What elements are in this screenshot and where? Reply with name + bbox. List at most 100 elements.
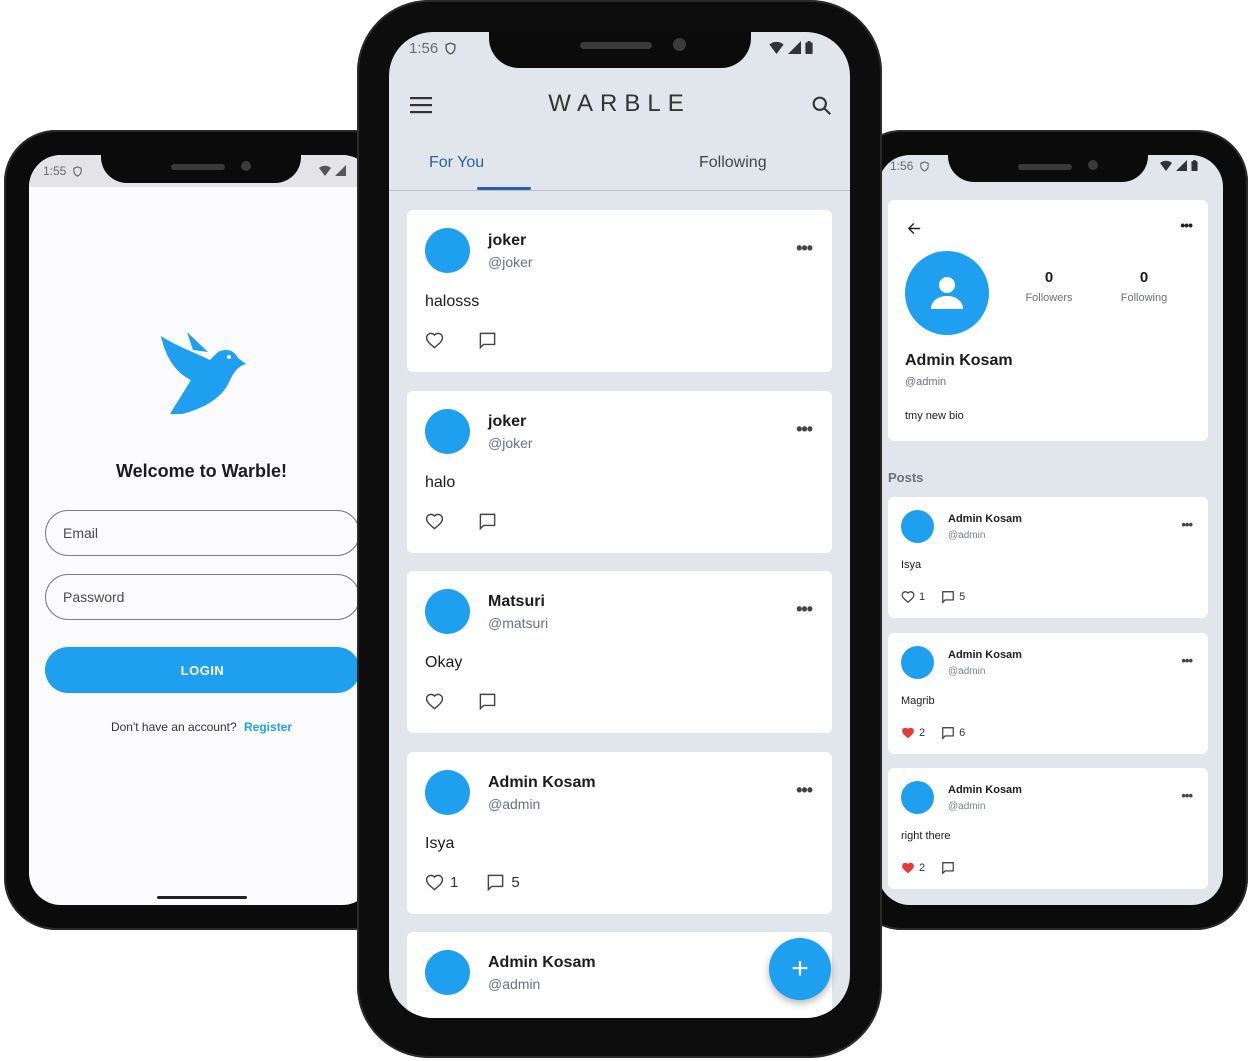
post-author-name: Admin Kosam: [948, 784, 1022, 796]
heart-outline-icon[interactable]: [901, 590, 915, 604]
password-field[interactable]: Password: [45, 574, 360, 620]
comment-icon[interactable]: [478, 692, 497, 711]
post-card[interactable]: Matsuri @matsuri ••• Okay: [407, 571, 832, 733]
more-options-icon[interactable]: •••: [1181, 788, 1193, 803]
status-time: 1:55: [43, 164, 67, 178]
profile-more-icon[interactable]: •••: [1180, 217, 1193, 233]
post-author-handle: @admin: [948, 530, 986, 541]
post-author-name: joker: [488, 232, 527, 249]
search-icon[interactable]: [811, 95, 832, 116]
welcome-heading: Welcome to Warble!: [115, 461, 288, 481]
heart-outline-icon[interactable]: [425, 512, 444, 531]
signal-icon: [335, 165, 346, 176]
more-options-icon[interactable]: •••: [1181, 517, 1193, 532]
post-actions: [425, 512, 503, 531]
heart-filled-icon[interactable]: [901, 726, 915, 740]
post-card[interactable]: joker @joker ••• halo: [407, 391, 832, 553]
post-author-name: Admin Kosam: [488, 774, 596, 791]
post-author-name: Admin Kosam: [948, 513, 1022, 525]
signal-icon: [788, 41, 801, 54]
new-post-fab[interactable]: +: [769, 938, 831, 1000]
profile-post-card[interactable]: Admin Kosam @admin ••• right there 2: [888, 768, 1208, 889]
comment-icon[interactable]: [478, 512, 497, 531]
tab-following[interactable]: Following: [699, 154, 849, 172]
post-card[interactable]: Admin Kosam @admin: [407, 932, 832, 1018]
heart-outline-icon[interactable]: [425, 331, 444, 350]
heart-filled-icon[interactable]: [901, 861, 915, 875]
post-author-handle: @admin: [488, 796, 541, 812]
speaker: [171, 164, 225, 170]
notch: [489, 32, 751, 68]
post-text: Okay: [425, 654, 463, 671]
post-card[interactable]: Admin Kosam @admin ••• Isya 1 5: [407, 752, 832, 914]
more-options-icon[interactable]: •••: [796, 780, 813, 801]
person-icon: [931, 277, 963, 309]
more-options-icon[interactable]: •••: [796, 599, 813, 620]
status-bar-right: [1160, 160, 1198, 171]
comment-icon[interactable]: [941, 726, 955, 740]
comment-icon[interactable]: [478, 331, 497, 350]
feed-phone-frame: 1:56 WARBLE For You Following joker @jok…: [357, 0, 882, 1058]
more-options-icon[interactable]: •••: [796, 419, 813, 440]
speaker: [580, 42, 652, 49]
heart-outline-icon[interactable]: [425, 692, 444, 711]
post-text: halo: [425, 474, 456, 491]
post-author-handle: @admin: [948, 666, 986, 677]
post-author-name: joker: [488, 413, 527, 430]
more-options-icon[interactable]: •••: [796, 238, 813, 259]
battery-icon: [805, 41, 813, 54]
email-field[interactable]: Email: [45, 510, 360, 556]
avatar[interactable]: [425, 589, 470, 634]
post-author-handle: @joker: [488, 435, 533, 451]
login-button[interactable]: LOGIN: [45, 647, 360, 693]
shield-icon: [73, 165, 83, 177]
front-camera: [1088, 160, 1098, 170]
login-phone-frame: 1:55 Welcome to Warble! Email Password L…: [4, 130, 404, 930]
profile-name: Admin Kosam: [905, 352, 1013, 369]
post-text: Isya: [901, 559, 922, 571]
followers-label[interactable]: Followers: [1014, 292, 1084, 304]
like-count: 1: [450, 874, 459, 891]
register-link[interactable]: Register: [244, 720, 292, 734]
post-actions: 1 5: [425, 873, 520, 892]
comment-count: 5: [959, 591, 966, 603]
shield-icon: [445, 42, 456, 55]
avatar[interactable]: [901, 781, 934, 814]
profile-post-card[interactable]: Admin Kosam @admin ••• Isya 1 5: [888, 497, 1208, 618]
front-camera: [673, 38, 686, 51]
notch: [948, 155, 1148, 182]
tab-for-you[interactable]: For You: [429, 154, 579, 172]
heart-outline-icon[interactable]: [425, 873, 444, 892]
post-text: Magrib: [901, 695, 935, 707]
profile-post-card[interactable]: Admin Kosam @admin ••• Magrib 2 6: [888, 633, 1208, 754]
status-bar-left: 1:56: [890, 159, 930, 173]
post-actions: 2 6: [901, 726, 965, 740]
post-card[interactable]: joker @joker ••• halosss: [407, 210, 832, 372]
post-text: right there: [901, 830, 951, 842]
post-author-handle: @admin: [948, 801, 986, 812]
avatar[interactable]: [425, 950, 470, 995]
tab-divider: [389, 190, 850, 191]
notch: [101, 155, 301, 183]
battery-icon: [1191, 160, 1198, 171]
avatar[interactable]: [425, 409, 470, 454]
wifi-icon: [1160, 160, 1172, 171]
avatar[interactable]: [425, 770, 470, 815]
following-label[interactable]: Following: [1109, 292, 1179, 304]
back-arrow-icon[interactable]: [906, 220, 923, 237]
like-count: 2: [919, 727, 926, 739]
comment-icon[interactable]: [941, 590, 955, 604]
comment-icon[interactable]: [486, 873, 505, 892]
comment-icon[interactable]: [941, 861, 955, 875]
status-bar-right: [319, 165, 346, 176]
warble-bird-logo: [161, 332, 246, 414]
password-placeholder: Password: [63, 589, 125, 605]
avatar[interactable]: [901, 646, 934, 679]
app-title: WARBLE: [548, 90, 691, 117]
avatar[interactable]: [901, 510, 934, 543]
tab-bar: For You Following: [389, 142, 850, 190]
post-text: halosss: [425, 293, 480, 310]
avatar[interactable]: [425, 228, 470, 273]
like-count: 1: [919, 591, 926, 603]
more-options-icon[interactable]: •••: [1181, 653, 1193, 668]
